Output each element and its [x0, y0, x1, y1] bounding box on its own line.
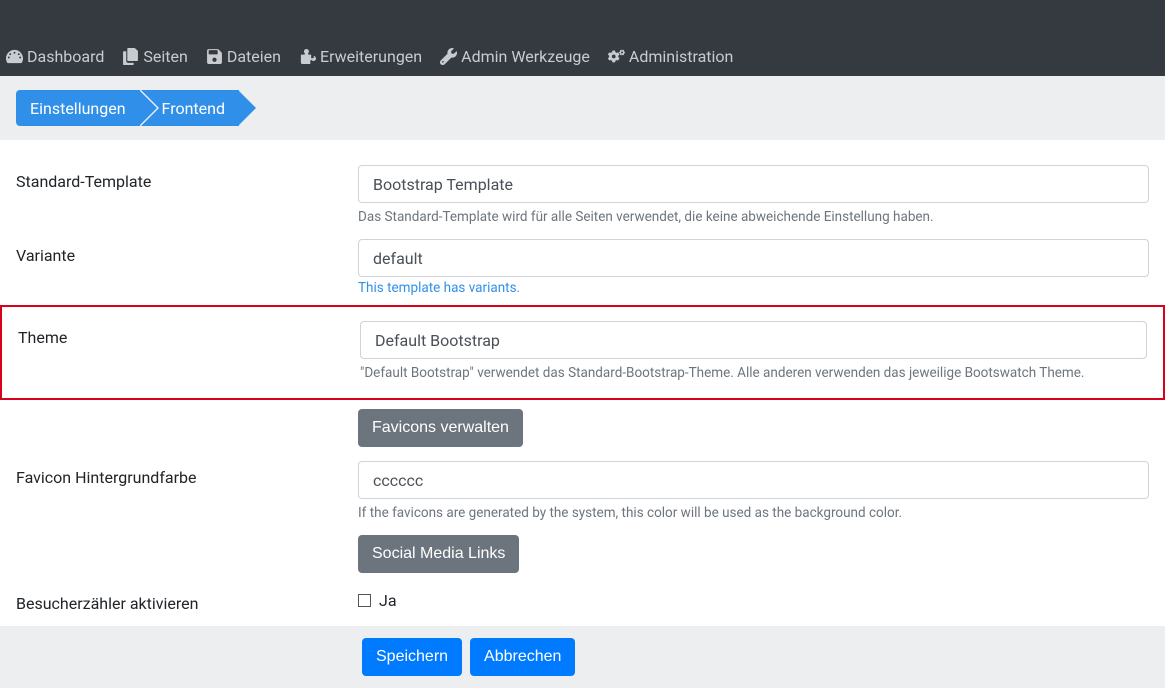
settings-form: Standard-Template Bootstrap Template Das… [0, 158, 1165, 688]
button-label: Social Media Links [372, 545, 505, 563]
help-standard-template: Das Standard-Template wird für alle Seit… [358, 209, 1149, 225]
cancel-button[interactable]: Abbrechen [470, 638, 575, 676]
checkbox-label: Ja [379, 591, 397, 610]
nav-admin-tools[interactable]: Admin Werkzeuge [440, 47, 590, 66]
input-favicon-bg[interactable]: cccccc [358, 461, 1149, 499]
nav-seiten[interactable]: Seiten [122, 47, 187, 66]
breadcrumb-label: Frontend [162, 99, 225, 118]
select-value: Default Bootstrap [375, 331, 500, 350]
button-label: Abbrechen [484, 648, 561, 666]
nav-dateien[interactable]: Dateien [206, 47, 281, 66]
breadcrumb: Einstellungen Frontend [16, 90, 1149, 126]
select-value: default [373, 249, 423, 268]
select-variante[interactable]: default [358, 239, 1149, 277]
cogs-icon [608, 48, 625, 65]
favicons-manage-button[interactable]: Favicons verwalten [358, 409, 523, 447]
breadcrumb-einstellungen[interactable]: Einstellungen [16, 90, 140, 126]
nav-label: Dateien [227, 47, 281, 66]
theme-highlight: Theme Default Bootstrap "Default Bootstr… [0, 305, 1165, 400]
copy-icon [122, 48, 139, 65]
button-label: Speichern [376, 648, 448, 666]
nav-label: Seiten [143, 47, 187, 66]
puzzle-icon [299, 48, 316, 65]
select-value: Bootstrap Template [373, 175, 513, 194]
input-value: cccccc [373, 471, 423, 490]
button-label: Favicons verwalten [372, 419, 509, 437]
social-media-links-button[interactable]: Social Media Links [358, 535, 519, 573]
help-variante-link[interactable]: This template has variants. [358, 280, 520, 296]
nav-administration[interactable]: Administration [608, 47, 734, 66]
save-button[interactable]: Speichern [362, 638, 462, 676]
nav-label: Admin Werkzeuge [461, 47, 590, 66]
wrench-icon [440, 48, 457, 65]
help-theme: "Default Bootstrap" verwendet das Standa… [360, 365, 1147, 381]
help-favicon-bg: If the favicons are generated by the sys… [358, 505, 1149, 521]
label-theme: Theme [2, 321, 360, 347]
form-actions: Speichern Abbrechen [0, 626, 1165, 688]
nav-erweiterungen[interactable]: Erweiterungen [299, 47, 422, 66]
top-nav: Dashboard Seiten Dateien Erweiterungen A… [0, 14, 1165, 76]
select-theme[interactable]: Default Bootstrap [360, 321, 1147, 359]
label-favicon-bg: Favicon Hintergrundfarbe [0, 461, 358, 487]
label-standard-template: Standard-Template [0, 165, 358, 191]
tachometer-icon [6, 48, 23, 65]
breadcrumb-label: Einstellungen [30, 99, 126, 118]
breadcrumb-bar: Einstellungen Frontend [0, 76, 1165, 140]
label-variante: Variante [0, 239, 358, 265]
nav-dashboard[interactable]: Dashboard [6, 47, 104, 66]
nav-label: Administration [629, 47, 734, 66]
nav-label: Erweiterungen [320, 47, 422, 66]
label-visitor-counter: Besucherzähler aktivieren [0, 587, 358, 613]
checkbox-visitor-counter[interactable] [358, 594, 371, 607]
save-icon [206, 48, 223, 65]
nav-label: Dashboard [27, 47, 104, 66]
select-standard-template[interactable]: Bootstrap Template [358, 165, 1149, 203]
